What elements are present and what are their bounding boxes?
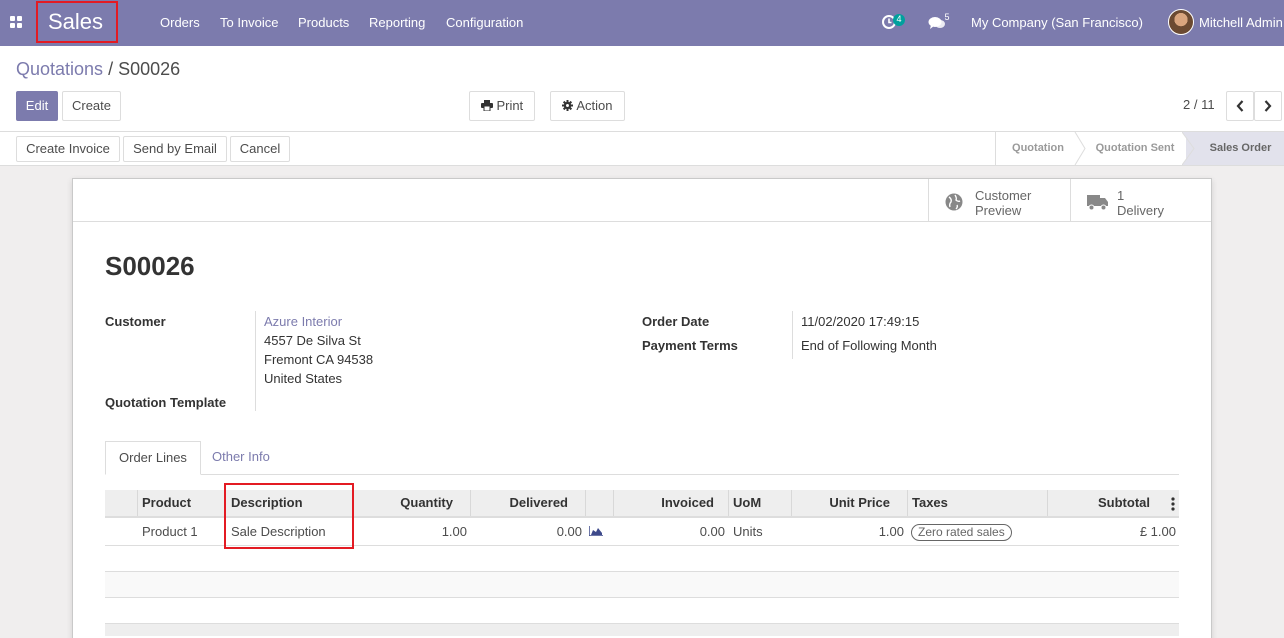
column-header-delivered[interactable]: Delivered xyxy=(471,490,586,516)
breadcrumb-separator: / xyxy=(108,59,114,79)
pager-previous-button[interactable] xyxy=(1226,91,1254,121)
action-label: Action xyxy=(576,98,613,113)
column-header-invoiced[interactable]: Invoiced xyxy=(614,490,729,516)
delivery-count: 1 xyxy=(1117,188,1125,203)
notebook-tabs: Order Lines Other Info xyxy=(105,441,1179,475)
cell-product[interactable]: Product 1 xyxy=(142,518,198,545)
message-count-badge: 5 xyxy=(944,12,950,22)
column-header-uom[interactable]: UoM xyxy=(729,490,792,516)
stage-divider xyxy=(1182,132,1196,165)
stage-quotation[interactable]: Quotation xyxy=(996,132,1080,165)
delivery-button[interactable]: 1 Delivery xyxy=(1070,179,1211,222)
print-button[interactable]: Print xyxy=(469,91,535,121)
order-date-value: 11/02/2020 17:49:15 xyxy=(801,314,920,329)
tab-other-info[interactable]: Other Info xyxy=(199,441,283,475)
address-line: United States xyxy=(264,371,343,386)
stage-sales-order: Sales Order xyxy=(1186,132,1284,165)
column-header-product[interactable]: Product xyxy=(138,490,225,516)
app-brand[interactable]: Sales xyxy=(36,1,118,43)
customer-preview-line2: Preview xyxy=(975,203,1022,218)
control-panel: Quotations / S00026 Edit Create Print Ac… xyxy=(0,46,1284,132)
tax-tag: Zero rated sales xyxy=(911,524,1012,541)
cell-uom[interactable]: Units xyxy=(733,518,763,545)
field-separator xyxy=(792,311,793,359)
activity-button[interactable]: 4 xyxy=(880,14,906,32)
empty-row xyxy=(105,572,1179,598)
description-highlight xyxy=(224,483,354,549)
cell-subtotal: £ 1.00 xyxy=(1139,524,1176,539)
field-separator xyxy=(255,311,256,411)
quotation-template-label: Quotation Template xyxy=(105,395,227,410)
top-navbar: Sales Orders To Invoice Products Reporti… xyxy=(0,0,1284,46)
menu-to-invoice[interactable]: To Invoice xyxy=(220,0,279,46)
column-header-subtotal[interactable]: Subtotal xyxy=(1048,490,1179,516)
statusbar: Quotation Quotation Sent Sales Order xyxy=(995,132,1284,165)
menu-orders[interactable]: Orders xyxy=(160,0,200,46)
column-header-taxes[interactable]: Taxes xyxy=(908,490,1048,516)
create-button[interactable]: Create xyxy=(62,91,121,121)
payment-terms-label: Payment Terms xyxy=(642,338,738,353)
pager-next-button[interactable] xyxy=(1254,91,1282,121)
chevron-right-icon xyxy=(1264,100,1272,112)
address-line: Fremont CA 94538 xyxy=(264,352,374,367)
record-title: S00026 xyxy=(105,251,195,281)
cell-taxes[interactable]: Zero rated sales xyxy=(911,518,1012,545)
user-menu[interactable]: Mitchell Admin xyxy=(1199,0,1283,46)
cell-delivered: 0.00 xyxy=(556,524,582,539)
company-switcher[interactable]: My Company (San Francisco) xyxy=(971,0,1143,46)
print-label: Print xyxy=(496,98,524,113)
apps-menu-icon[interactable] xyxy=(10,16,22,28)
menu-products[interactable]: Products xyxy=(298,0,349,46)
handle-column-header xyxy=(105,490,138,516)
cell-unit-price[interactable]: 1.00 xyxy=(792,518,904,545)
customer-preview-line1: Customer xyxy=(975,188,1032,203)
table-footer xyxy=(105,624,1179,636)
cell-quantity[interactable]: 1.00 xyxy=(353,518,467,545)
edit-button[interactable]: Edit xyxy=(16,91,58,121)
customer-link[interactable]: Azure Interior xyxy=(264,314,342,329)
delivery-label: Delivery xyxy=(1117,203,1164,218)
chevron-left-icon xyxy=(1236,100,1244,112)
empty-row xyxy=(105,546,1179,572)
address-line: 4557 De Silva St xyxy=(264,333,361,348)
order-date-label: Order Date xyxy=(642,314,710,329)
breadcrumb: Quotations / S00026 xyxy=(16,59,180,80)
activity-count-badge: 4 xyxy=(893,14,905,26)
smart-button-box: Customer Preview 1 Delivery xyxy=(73,179,1211,222)
empty-row xyxy=(105,598,1179,624)
payment-terms-value: End of Following Month xyxy=(801,338,937,353)
stage-divider xyxy=(1074,132,1086,165)
messages-button[interactable]: 5 xyxy=(926,12,952,32)
cancel-button[interactable]: Cancel xyxy=(230,136,290,162)
stage-quotation-sent[interactable]: Quotation Sent xyxy=(1086,132,1184,165)
menu-reporting[interactable]: Reporting xyxy=(369,0,425,46)
form-sheet: Customer Preview 1 Delivery S00026 Custo… xyxy=(72,178,1212,638)
globe-icon xyxy=(945,193,963,211)
pager-value[interactable]: 2 / 11 xyxy=(1183,97,1215,112)
column-header-unit-price[interactable]: Unit Price xyxy=(792,490,908,516)
tab-order-lines[interactable]: Order Lines xyxy=(105,441,201,475)
gear-icon xyxy=(562,100,574,111)
forecast-chart-icon[interactable] xyxy=(589,526,603,536)
breadcrumb-current: S00026 xyxy=(118,59,181,79)
menu-configuration[interactable]: Configuration xyxy=(446,0,523,46)
customer-label: Customer xyxy=(105,314,166,329)
optional-columns-icon[interactable] xyxy=(1171,497,1175,511)
truck-icon xyxy=(1087,195,1108,211)
printer-icon xyxy=(480,100,493,112)
breadcrumb-quotations[interactable]: Quotations xyxy=(16,59,103,79)
create-invoice-button[interactable]: Create Invoice xyxy=(16,136,120,162)
form-header: Create Invoice Send by Email Cancel Quot… xyxy=(0,132,1284,166)
cell-invoiced: 0.00 xyxy=(699,524,725,539)
column-header-quantity[interactable]: Quantity xyxy=(353,490,471,516)
send-by-email-button[interactable]: Send by Email xyxy=(123,136,227,162)
customer-preview-button[interactable]: Customer Preview xyxy=(928,179,1070,222)
user-avatar[interactable] xyxy=(1168,9,1194,35)
forecast-column-header xyxy=(586,490,614,516)
action-button[interactable]: Action xyxy=(550,91,625,121)
